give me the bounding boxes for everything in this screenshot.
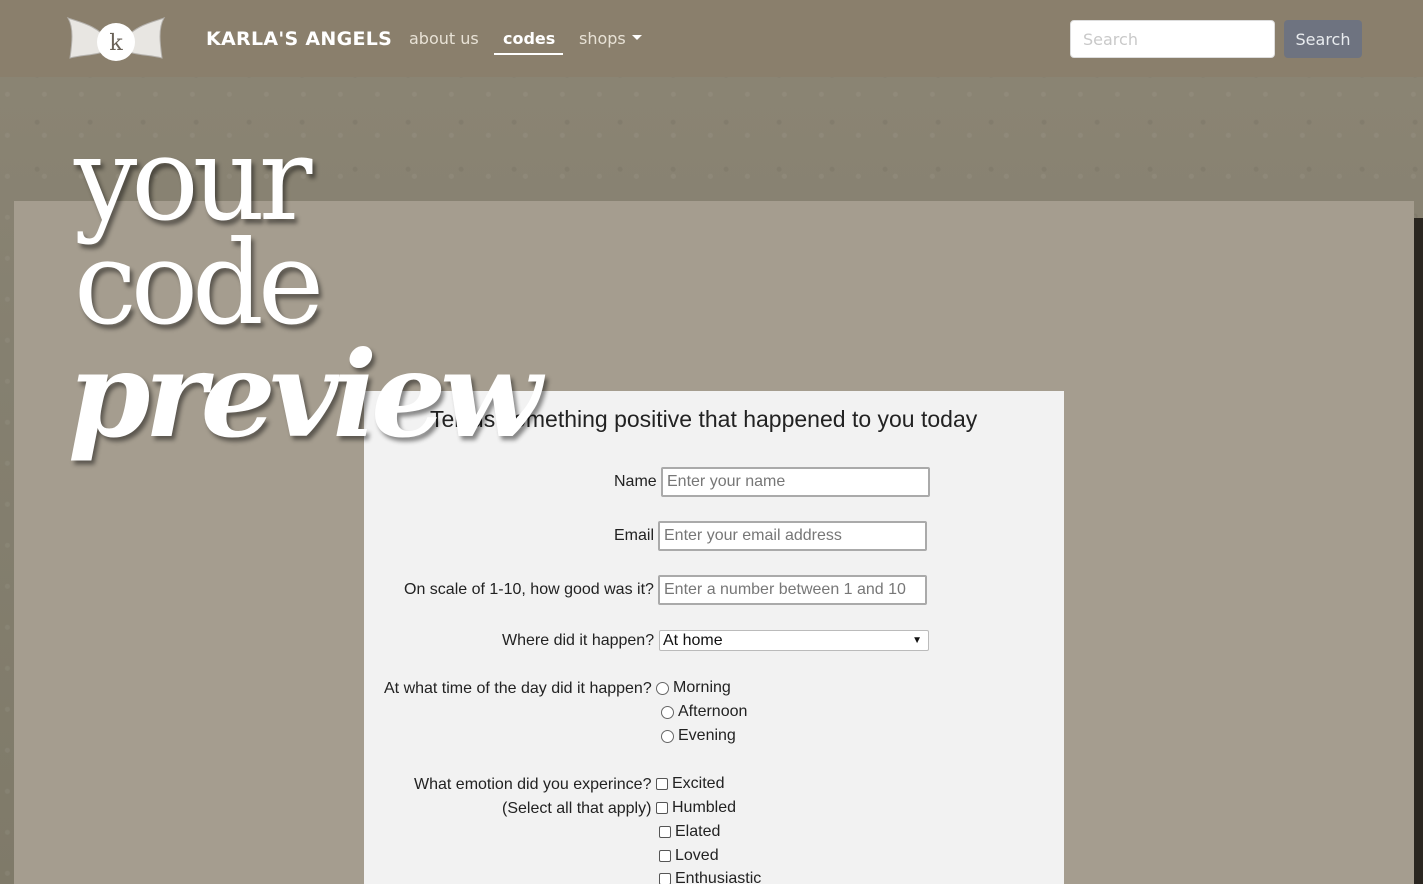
emotion-option-label: Elated xyxy=(675,823,721,840)
scale-field[interactable] xyxy=(658,575,927,605)
logo-letter: k xyxy=(109,31,123,56)
emotion-option-excited[interactable]: Excited xyxy=(656,775,724,793)
hero-line-code: code xyxy=(74,217,324,351)
nav-about-us[interactable]: about us xyxy=(409,29,479,48)
email-field[interactable] xyxy=(658,521,927,551)
time-option-label: Afternoon xyxy=(678,703,748,720)
time-option-label: Evening xyxy=(678,727,736,744)
name-label: Name xyxy=(614,473,657,490)
background-edge xyxy=(1414,218,1423,884)
where-selected-value: At home xyxy=(663,631,723,649)
chevron-down-icon: ▼ xyxy=(912,635,922,646)
emotion-sublabel: (Select all that apply) xyxy=(502,800,652,817)
caret-down-icon xyxy=(631,35,642,40)
checkbox[interactable] xyxy=(659,873,671,884)
nav-codes[interactable]: codes xyxy=(503,29,555,48)
hero-heading: your code preview xyxy=(68,122,542,454)
search-button[interactable]: Search xyxy=(1284,20,1362,58)
navbar: k KARLA'S ANGELS about us codes shops Se… xyxy=(0,0,1423,77)
emotion-option-elated[interactable]: Elated xyxy=(659,823,720,841)
time-option-evening[interactable]: Evening xyxy=(661,727,736,745)
email-label: Email xyxy=(614,527,655,544)
emotion-option-label: Loved xyxy=(675,847,719,864)
angel-wings-logo[interactable]: k xyxy=(66,14,166,64)
checkbox[interactable] xyxy=(659,826,671,838)
emotion-option-label: Enthusiastic xyxy=(675,870,762,884)
where-label: Where did it happen? xyxy=(502,632,655,649)
name-field[interactable] xyxy=(661,467,930,497)
hero-line-preview: preview xyxy=(68,325,542,464)
emotion-option-loved[interactable]: Loved xyxy=(659,847,719,865)
active-nav-underline xyxy=(494,53,563,55)
brand-name[interactable]: KARLA'S ANGELS xyxy=(206,28,392,50)
emotion-option-label: Excited xyxy=(672,775,725,792)
nav-shops-label: shops xyxy=(579,29,626,48)
time-label: At what time of the day did it happen? xyxy=(384,680,652,697)
time-option-morning[interactable]: Morning xyxy=(656,679,731,697)
emotion-option-humbled[interactable]: Humbled xyxy=(656,799,736,817)
radio-button[interactable] xyxy=(661,705,674,719)
nav-shops-dropdown[interactable]: shops xyxy=(579,29,642,48)
checkbox[interactable] xyxy=(656,778,668,790)
checkbox[interactable] xyxy=(656,802,668,814)
emotion-option-label: Humbled xyxy=(672,799,737,816)
time-option-label: Morning xyxy=(673,679,731,696)
where-select[interactable]: At home ▼ xyxy=(659,630,929,651)
radio-button[interactable] xyxy=(656,681,669,695)
emotion-label: What emotion did you experince? xyxy=(414,776,652,793)
checkbox[interactable] xyxy=(659,850,671,862)
search-input[interactable] xyxy=(1070,20,1275,58)
time-option-afternoon[interactable]: Afternoon xyxy=(661,703,747,721)
radio-button[interactable] xyxy=(661,729,674,743)
scale-label: On scale of 1-10, how good was it? xyxy=(404,581,654,598)
emotion-option-enthusiastic[interactable]: Enthusiastic xyxy=(659,870,761,884)
